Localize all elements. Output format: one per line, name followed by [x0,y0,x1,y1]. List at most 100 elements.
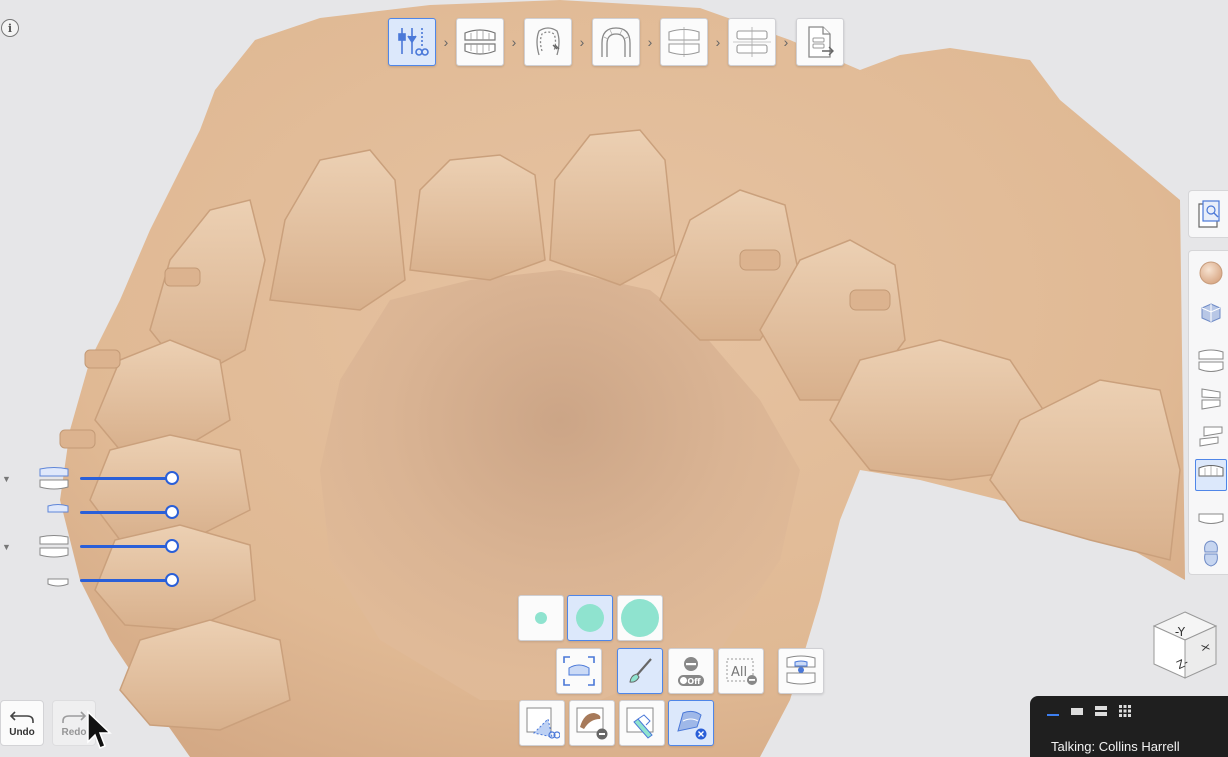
undo-button[interactable]: Undo [0,700,44,746]
sphere-material-icon [1199,261,1223,285]
medium-dot-icon [576,604,604,632]
svg-text:Off: Off [687,677,701,686]
small-dot-icon [535,612,547,624]
expand-caret-icon[interactable]: ▼ [2,474,11,484]
step-occlusion[interactable] [456,18,504,66]
jaw-occlusion-icon [464,29,496,55]
step-arch-line[interactable] [592,18,640,66]
expand-caret-icon[interactable]: ▼ [2,542,11,552]
workflow-bar: › › › › › › [388,18,844,66]
layer-opacity-slider[interactable] [80,579,172,582]
remove-off-icon: Off [678,657,704,686]
svg-text:All: All [731,665,747,680]
layer-row [0,568,190,594]
fill-brush-button[interactable] [619,700,665,746]
lower-jaw-layer-icon [38,534,70,565]
orientation-cube[interactable]: -Y X Z- [1150,610,1220,682]
smooth-remove-button[interactable] [569,700,615,746]
lasso-cut-button[interactable] [519,700,565,746]
mouse-cursor-icon [86,710,112,755]
step-separator: › [647,34,653,50]
scan-viewport[interactable] [0,0,1228,757]
step-tooth-segmentation[interactable] [524,18,572,66]
view-document-icon [1197,200,1220,228]
jaws-select-button[interactable] [778,648,824,694]
brush-size-medium[interactable] [567,595,613,641]
slider-handle[interactable] [165,505,179,519]
view-jaws-open-button[interactable] [1195,421,1227,453]
layer-opacity-slider[interactable] [80,511,172,514]
layer-row: ▼ [0,534,190,560]
view-jaws-side-button[interactable] [1195,383,1227,415]
view-upper-jaw-button[interactable] [1195,459,1227,491]
view-single-tooth-button[interactable] [1195,537,1227,569]
redo-arrow-icon [62,710,87,723]
slider-handle[interactable] [165,539,179,553]
brush-size-small[interactable] [518,595,564,641]
remove-off-button[interactable]: Off [668,648,714,694]
step-separator: › [715,34,721,50]
step-export[interactable] [796,18,844,66]
layer-row [0,500,190,526]
info-button[interactable]: i [1,19,19,37]
slider-handle[interactable] [165,573,179,587]
jaws-open-icon [1199,426,1223,447]
layer-opacity-slider[interactable] [80,477,172,480]
tooth-margin-icon [536,27,560,56]
brush-size-large[interactable] [617,595,663,641]
upper-jaw-icon [1198,465,1224,477]
step-data-edit[interactable] [388,18,436,66]
layer-opacity-slider[interactable] [80,545,172,548]
delete-selection-button[interactable] [668,700,714,746]
both-jaws-icon [1198,349,1224,372]
upper-jaw-thin-icon [46,503,70,526]
talking-indicator: Talking: Collins Harrell [1051,739,1180,754]
step-alignment[interactable] [660,18,708,66]
fill-brush-icon [626,707,654,739]
grid-view-icon[interactable] [1118,704,1132,718]
smooth-remove-icon [576,707,608,740]
redo-label: Redo [61,726,87,738]
lower-jaw-thin-icon [46,571,70,594]
upper-jaw-layer-icon [38,466,70,497]
lasso-cut-icon [526,707,560,739]
arch-curve-icon [601,27,631,57]
speaker-view-icon[interactable] [1046,704,1060,718]
view-both-jaws-button[interactable] [1195,345,1227,377]
lower-jaw-icon [1198,513,1224,524]
select-scan-button[interactable] [556,648,602,694]
axis-top-label: -Y [1175,625,1186,639]
brush-icon [629,658,652,683]
cube-texture-icon [1201,303,1221,323]
material-sphere-button[interactable] [1195,257,1227,289]
layer-row: ▼ [0,466,190,492]
select-all-button[interactable]: All [718,648,764,694]
step-separator: › [783,34,789,50]
jaws-side-icon [1201,388,1221,410]
undo-label: Undo [9,726,35,738]
tools-scissors-icon [398,28,429,56]
jaw-align-icon [668,27,700,57]
tooth-single-icon [1204,540,1218,567]
undo-arrow-icon [9,710,34,723]
meeting-overlay: Talking: Collins Harrell [1030,696,1228,757]
delete-selection-icon [677,710,707,740]
view-lower-jaw-button[interactable] [1195,501,1227,533]
view-options-button[interactable] [1188,190,1228,238]
select-all-icon: All [726,658,757,685]
step-base[interactable] [728,18,776,66]
large-dot-icon [621,599,659,637]
brush-tool-button[interactable] [617,648,663,694]
jaws-select-icon [786,655,816,685]
texture-toggle-button[interactable] [1195,297,1227,329]
model-base-icon [733,27,771,57]
slider-handle[interactable] [165,471,179,485]
gallery-strip-icon[interactable] [1070,704,1084,718]
stacked-view-icon[interactable] [1094,704,1108,718]
step-separator: › [511,34,517,50]
step-separator: › [579,34,585,50]
display-panel [1188,250,1228,575]
select-scan-icon [563,656,595,686]
export-document-icon [808,26,834,58]
step-separator: › [443,34,449,50]
